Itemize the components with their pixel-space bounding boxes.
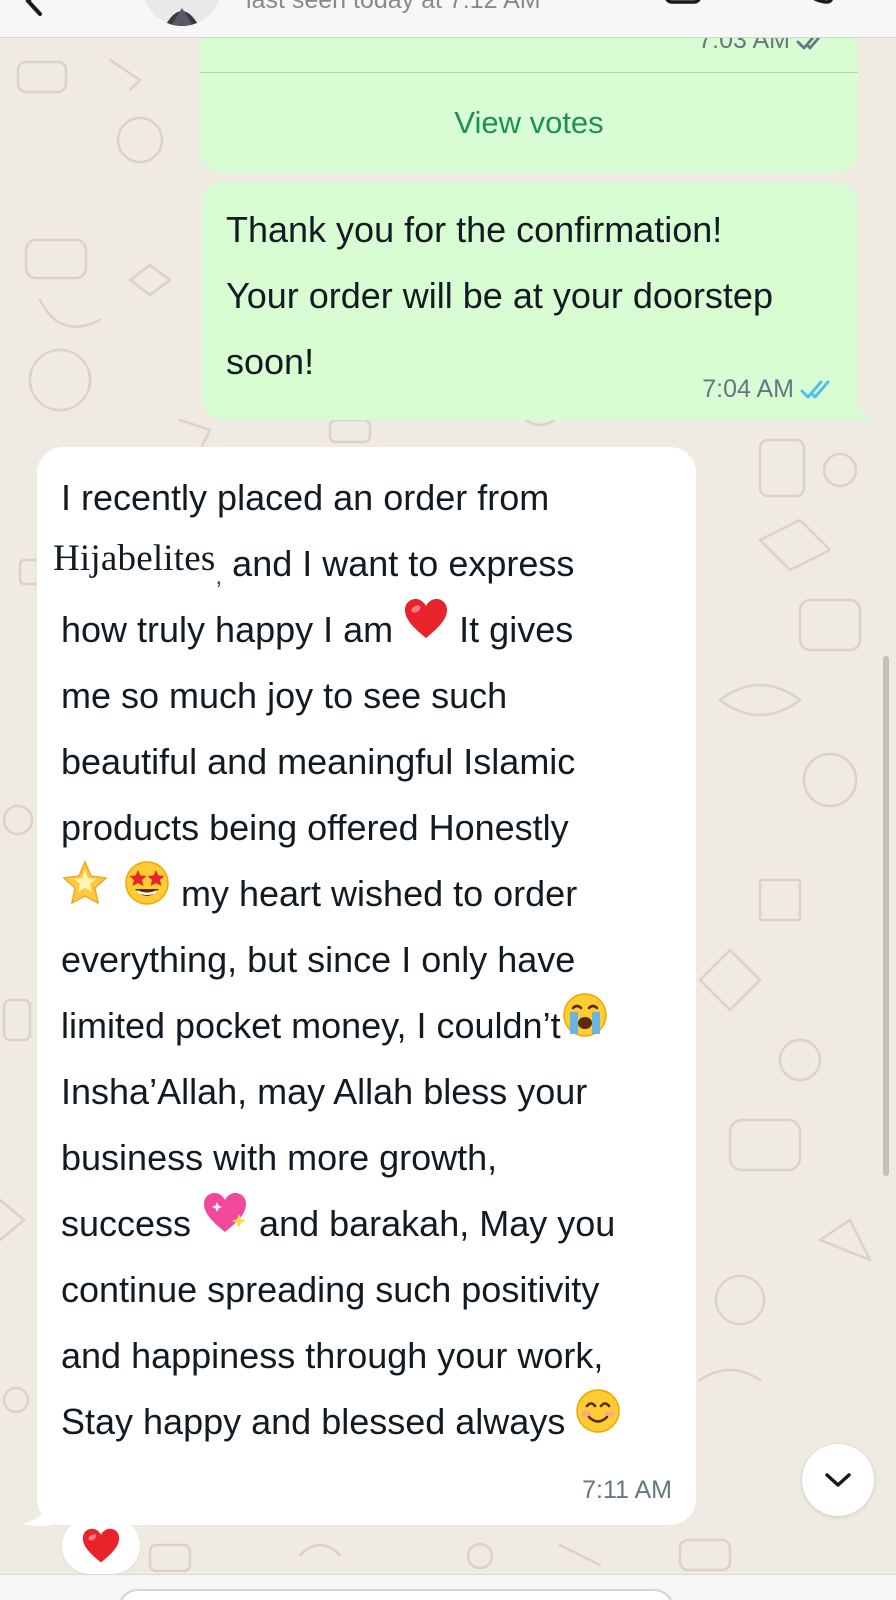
view-votes-button[interactable]: View votes [200, 105, 858, 141]
outgoing-message-bubble[interactable]: Thank you for the confirmation! Your ord… [202, 182, 858, 420]
sparkling-heart-emoji [201, 1190, 249, 1257]
message-text: Thank you for the confirmation! Your ord… [226, 209, 773, 382]
message-time: 7:04 AM [702, 375, 794, 403]
star-struck-emoji [123, 860, 171, 927]
back-icon[interactable] [18, 0, 58, 16]
glowing-star-emoji [61, 860, 109, 927]
avatar[interactable] [143, 0, 221, 26]
heart-emoji [403, 596, 449, 662]
voice-call-icon[interactable] [796, 0, 836, 12]
divider [200, 72, 858, 73]
message-reaction[interactable] [62, 1518, 140, 1574]
message-time: 7:11 AM [582, 1476, 672, 1504]
scroll-to-bottom-button[interactable] [802, 1444, 874, 1516]
chat-header: last seen today at 7:12 AM [0, 0, 896, 38]
heart-emoji [82, 1528, 120, 1563]
message-input[interactable] [118, 1589, 674, 1600]
incoming-message-bubble[interactable]: I recently placed an order from Hijabeli… [37, 447, 696, 1525]
message-meta: 7:04 AM [702, 375, 836, 404]
message-composer [0, 1574, 896, 1600]
crying-emoji [561, 992, 609, 1059]
last-seen-status: last seen today at 7:12 AM [246, 0, 541, 14]
chevron-down-icon [825, 1473, 851, 1487]
double-check-icon [800, 380, 830, 398]
video-call-icon[interactable] [664, 0, 716, 12]
brand-name: Hijabelites [53, 538, 216, 579]
smiling-emoji [575, 1388, 621, 1455]
scrollbar[interactable] [883, 656, 889, 1176]
